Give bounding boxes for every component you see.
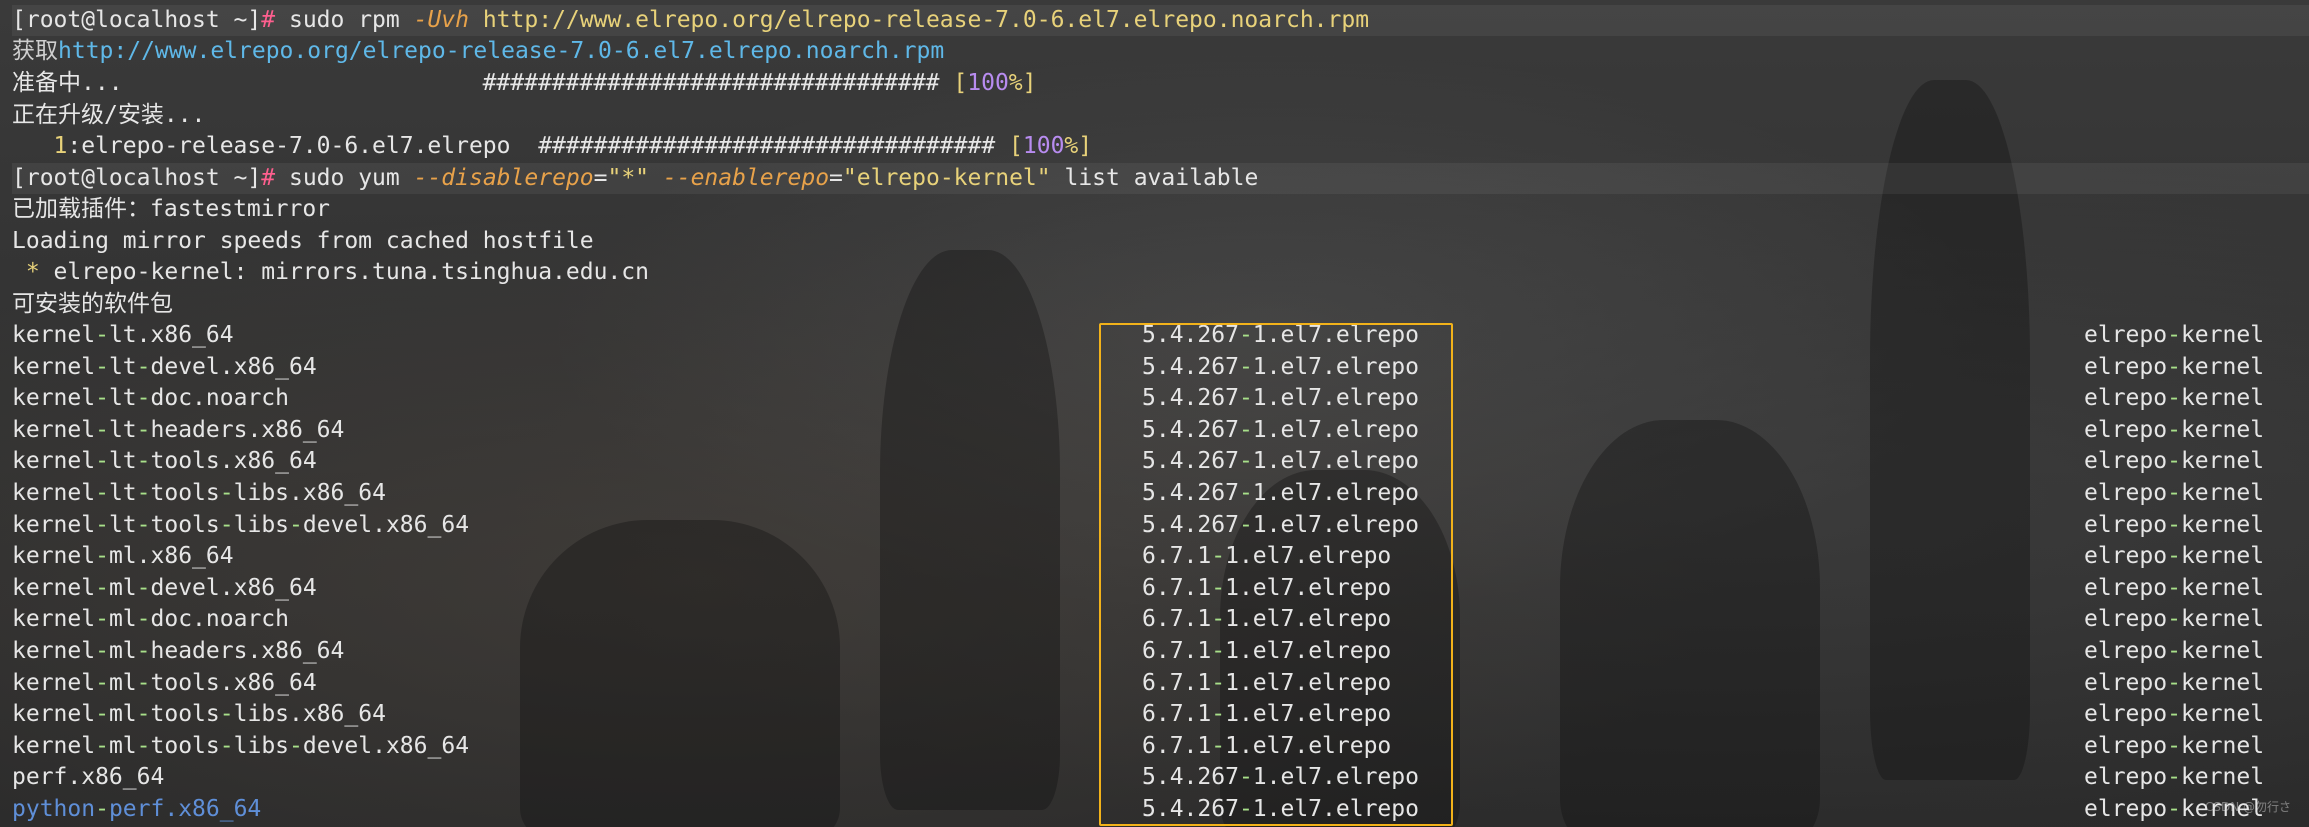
percent-close: %] xyxy=(1008,70,1037,96)
terminal-line-preparing: 准备中... #################################… xyxy=(12,68,1037,99)
package-repo: elrepo-kernel xyxy=(2084,669,2265,696)
command-option: -Uvh xyxy=(413,7,469,33)
package-repo: elrepo-kernel xyxy=(2084,353,2265,380)
package-repo: elrepo-kernel xyxy=(2084,448,2265,475)
command-option: --enablerepo xyxy=(662,165,830,191)
terminal-line-rpm-command: [root@localhost ~]# sudo rpm -Uvh http:/… xyxy=(12,5,2309,36)
option-equals: = xyxy=(593,165,608,191)
package-name: kernel-ml-headers.x86_64 xyxy=(12,638,345,664)
mirror-host: : mirrors.tuna.tsinghua.edu.cn xyxy=(233,259,649,285)
package-name: kernel-ml-tools-libs-devel.x86_64 xyxy=(12,732,470,759)
terminal-line-mirror: * elrepo-kernel: mirrors.tuna.tsinghua.e… xyxy=(12,257,649,288)
terminal-line-yum-command: [root@localhost ~]# sudo yum --disablere… xyxy=(12,163,2309,194)
package-name: kernel-ml-devel.x86_64 xyxy=(12,574,317,601)
package-name: kernel-lt-devel.x86_64 xyxy=(12,353,317,380)
fetch-url-link[interactable]: http://www.elrepo.org/elrepo-release-7.0… xyxy=(58,38,944,64)
option-value: "*" xyxy=(607,165,650,191)
package-repo: elrepo-kernel xyxy=(2084,701,2265,728)
command-url: http://www.elrepo.org/elrepo-release-7.0… xyxy=(468,7,1370,33)
preparing-label: 准备中... xyxy=(12,70,123,96)
package-name: python-perf.x86_64 xyxy=(12,796,262,822)
package-repo: elrepo-kernel xyxy=(2084,764,2265,791)
terminal-line-fetch: 获取http://www.elrepo.org/elrepo-release-7… xyxy=(12,36,944,67)
option-value: "elrepo-kernel" xyxy=(842,165,1051,191)
command-text: list available xyxy=(1050,165,1259,191)
terminal-line-upgrading: 正在升级/安装... xyxy=(12,102,206,128)
version-highlight-box xyxy=(1099,323,1453,826)
terminal-window[interactable]: [root@localhost ~]# sudo rpm -Uvh http:/… xyxy=(0,0,2309,827)
terminal-line-available-header: 可安装的软件包 xyxy=(12,291,173,317)
install-package: :elrepo-release-7.0-6.el7.elrepo xyxy=(67,133,539,159)
package-name: kernel-lt-tools-libs-devel.x86_64 xyxy=(12,511,470,538)
option-equals: = xyxy=(829,165,843,191)
mirror-bullet: * xyxy=(12,259,54,285)
package-repo: elrepo-kernel xyxy=(2084,416,2265,443)
shell-prompt: [root@localhost ~] xyxy=(12,165,262,191)
package-repo: elrepo-kernel xyxy=(2084,543,2265,570)
package-repo: elrepo-kernel xyxy=(2084,732,2265,759)
percent-value: 100 xyxy=(967,70,1009,96)
progress-bar-text: ################################# xyxy=(122,70,954,96)
percent-close: %] xyxy=(1064,133,1093,159)
watermark: CSDN @勿行さ xyxy=(2204,800,2291,814)
package-repo: elrepo-kernel xyxy=(2084,638,2265,664)
install-progress-bar: ################################# xyxy=(538,133,1010,159)
package-name: kernel-ml-doc.noarch xyxy=(12,606,289,633)
prompt-hash: # xyxy=(261,165,276,191)
command-option: --disablerepo xyxy=(413,165,594,191)
package-name: kernel-ml-tools.x86_64 xyxy=(12,669,317,696)
shell-prompt: [root@localhost ~] xyxy=(12,7,262,33)
package-repo: elrepo-kernel xyxy=(2084,480,2265,506)
mirror-repo-name: elrepo-kernel xyxy=(53,259,234,285)
percent-value: 100 xyxy=(1022,133,1065,159)
command-text: sudo rpm xyxy=(288,7,414,33)
terminal-line-install: 1:elrepo-release-7.0-6.el7.elrepo ######… xyxy=(12,131,1093,162)
package-repo: elrepo-kernel xyxy=(2084,606,2265,633)
terminal-line-mirror-speeds: Loading mirror speeds from cached hostfi… xyxy=(12,228,594,254)
percent-open: [ xyxy=(953,70,968,96)
package-repo: elrepo-kernel xyxy=(2084,511,2265,538)
fetch-label: 获取 xyxy=(12,38,58,64)
package-repo: elrepo-kernel xyxy=(2084,385,2265,412)
terminal-line-plugins: 已加载插件：fastestmirror xyxy=(12,196,331,222)
package-repo: elrepo-kernel xyxy=(2084,322,2265,348)
percent-open: [ xyxy=(1009,133,1023,159)
install-index: 1 xyxy=(12,133,68,159)
package-name: kernel-lt-doc.noarch xyxy=(12,385,289,412)
package-name: perf.x86_64 xyxy=(12,764,165,791)
package-name: kernel-lt-tools-libs.x86_64 xyxy=(12,480,386,506)
package-name: kernel-lt.x86_64 xyxy=(12,322,234,348)
prompt-hash: # xyxy=(261,7,276,33)
command-text: sudo yum xyxy=(288,165,414,191)
package-name: kernel-lt-headers.x86_64 xyxy=(12,416,345,443)
package-name: kernel-ml.x86_64 xyxy=(12,543,234,570)
package-repo: elrepo-kernel xyxy=(2084,574,2265,601)
package-name: kernel-lt-tools.x86_64 xyxy=(12,448,317,475)
package-name: kernel-ml-tools-libs.x86_64 xyxy=(12,701,386,728)
